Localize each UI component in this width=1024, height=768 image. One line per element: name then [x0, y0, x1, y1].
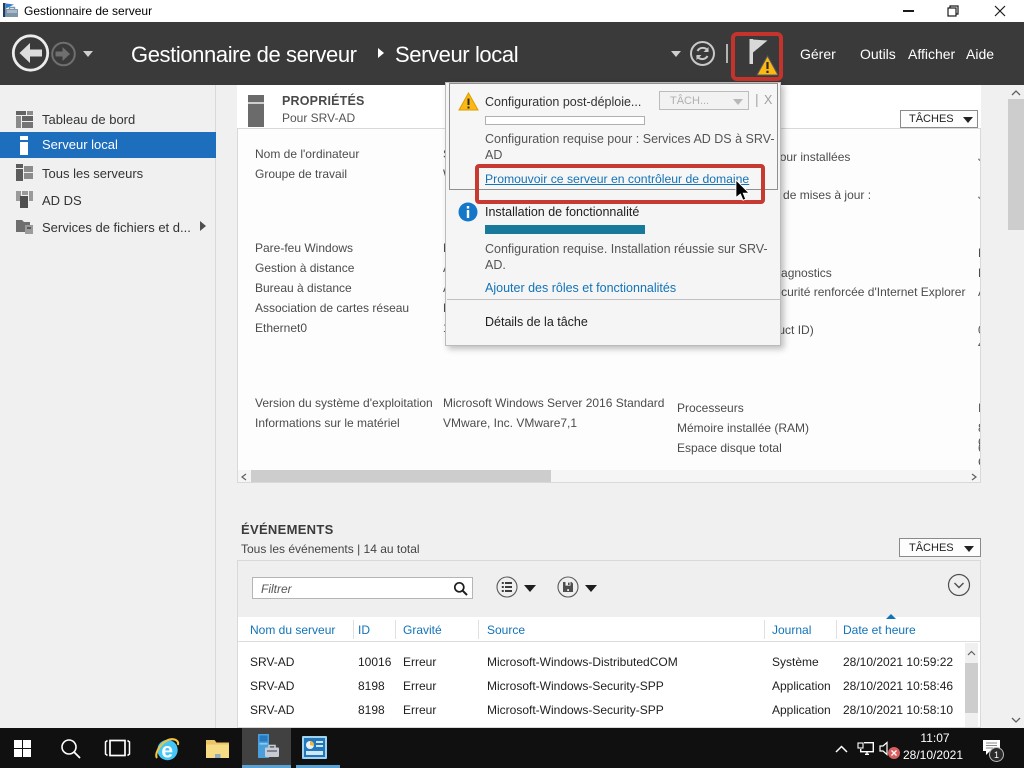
- svg-text:1: 1: [994, 750, 999, 760]
